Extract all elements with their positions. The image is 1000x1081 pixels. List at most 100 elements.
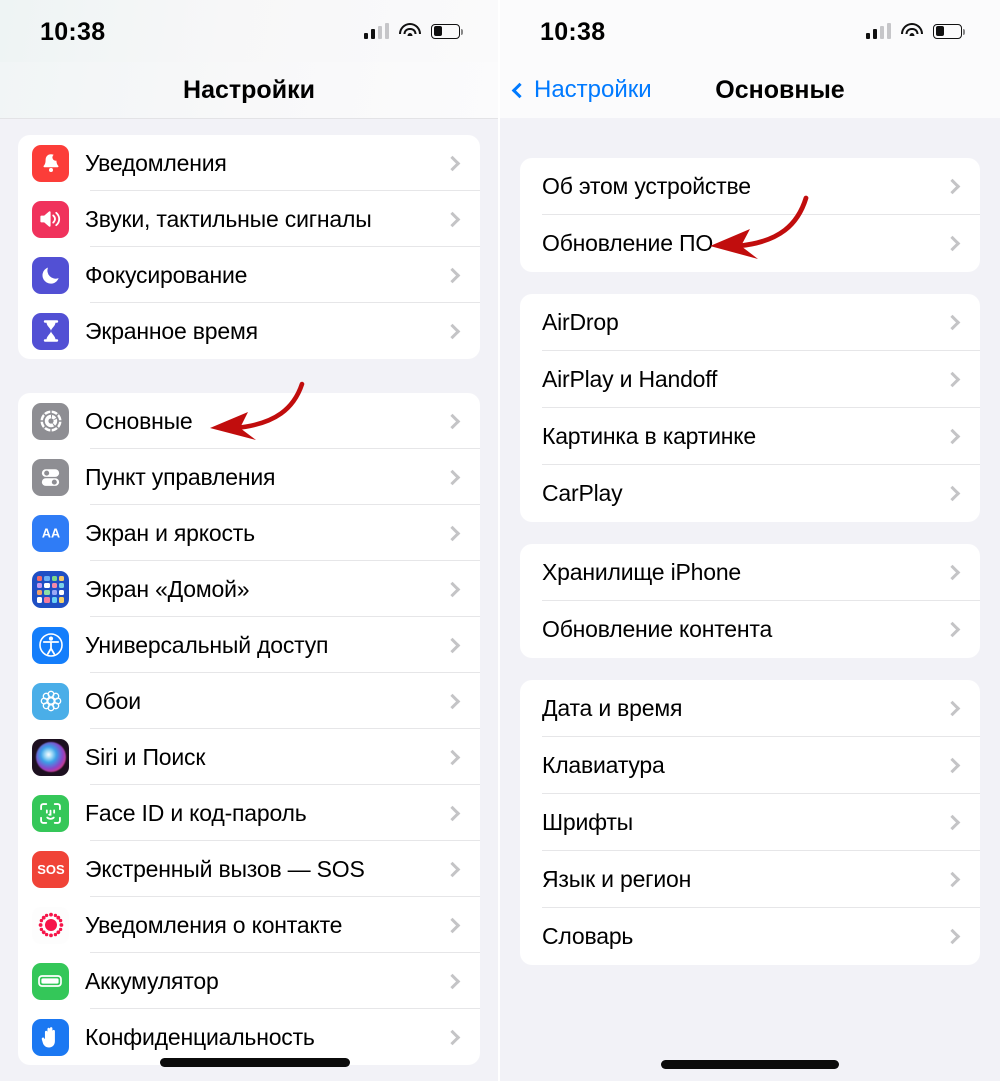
settings-row-control-center[interactable]: Пункт управления [18, 449, 480, 505]
settings-row-carplay[interactable]: CarPlay [520, 465, 980, 522]
settings-row-label: Об этом устройстве [542, 173, 751, 199]
chevron-right-icon [944, 757, 961, 774]
settings-row-face-id[interactable]: Face ID и код-пароль [18, 785, 480, 841]
wallpaper-icon [32, 682, 69, 720]
settings-group-1: Уведомления Звуки, тактильные сигналы Фо… [18, 135, 480, 359]
chevron-right-icon [444, 525, 461, 541]
settings-row-label: Face ID и код-пароль [85, 799, 307, 826]
settings-row-software-update[interactable]: Обновление ПО [520, 215, 980, 272]
settings-row-label: Экстренный вызов — SOS [85, 855, 365, 882]
settings-row-focus[interactable]: Фокусирование [18, 247, 480, 303]
chevron-right-icon [444, 469, 461, 485]
settings-row-label: Универсальный доступ [85, 631, 329, 658]
nav-bar-right: Настройки Основные [500, 62, 1000, 118]
chevron-right-icon [444, 323, 461, 339]
settings-row-label: Основные [85, 407, 193, 434]
settings-row-background-refresh[interactable]: Обновление контента [520, 601, 980, 658]
sos-icon: SOS [32, 850, 69, 888]
settings-row-about[interactable]: Об этом устройстве [520, 158, 980, 215]
settings-list-right: Об этом устройстве Обновление ПО AirDrop [500, 158, 1000, 965]
settings-row-notifications[interactable]: Уведомления [18, 135, 480, 191]
control-center-icon [32, 458, 69, 496]
settings-row-label: Пункт управления [85, 463, 276, 490]
settings-row-label: Siri и Поиск [85, 743, 206, 770]
settings-row-accessibility[interactable]: Универсальный доступ [18, 617, 480, 673]
settings-row-screen-time[interactable]: Экранное время [18, 303, 480, 359]
nav-bar-left: Настройки [0, 62, 498, 118]
settings-row-label: Экран «Домой» [85, 575, 250, 602]
cellular-signal-icon [363, 23, 389, 39]
chevron-right-icon [444, 749, 461, 765]
settings-group-2: AirDrop AirPlay и Handoff Картинка в кар… [520, 294, 980, 522]
settings-row-home-screen[interactable]: Экран «Домой» [18, 561, 480, 617]
settings-group-1: Об этом устройстве Обновление ПО [520, 158, 980, 272]
chevron-right-icon [444, 637, 461, 653]
chevron-right-icon [444, 581, 461, 597]
settings-row-airdrop[interactable]: AirDrop [520, 294, 980, 351]
display-brightness-icon: AA [32, 514, 69, 552]
wifi-icon [399, 23, 421, 39]
status-bar-right: 10:38 [500, 0, 1000, 62]
status-time: 10:38 [540, 17, 606, 46]
settings-row-general[interactable]: Основные [18, 393, 480, 449]
settings-row-dictionary[interactable]: Словарь [520, 908, 980, 965]
chevron-right-icon [444, 693, 461, 709]
settings-row-label: Фокусирование [85, 261, 248, 288]
chevron-right-icon [944, 928, 961, 945]
settings-row-battery[interactable]: Аккумулятор [18, 953, 480, 1009]
chevron-left-icon [511, 82, 528, 98]
settings-row-label: AirDrop [542, 309, 619, 335]
settings-row-label: Словарь [542, 923, 634, 949]
settings-row-language-region[interactable]: Язык и регион [520, 851, 980, 908]
chevron-right-icon [944, 814, 961, 831]
back-button[interactable]: Настройки [500, 76, 652, 104]
chevron-right-icon [944, 700, 961, 717]
settings-row-display[interactable]: AA Экран и яркость [18, 505, 480, 561]
chevron-right-icon [444, 211, 461, 227]
home-screen-icon [32, 570, 69, 608]
chevron-right-icon [444, 805, 461, 821]
settings-row-fonts[interactable]: Шрифты [520, 794, 980, 851]
settings-row-picture-in-picture[interactable]: Картинка в картинке [520, 408, 980, 465]
settings-row-sounds[interactable]: Звуки, тактильные сигналы [18, 191, 480, 247]
svg-text:AA: AA [41, 527, 59, 541]
settings-row-contact-alerts[interactable]: Уведомления о контакте [18, 897, 480, 953]
settings-row-sos[interactable]: SOS Экстренный вызов — SOS [18, 841, 480, 897]
chevron-right-icon [444, 917, 461, 933]
battery-icon [32, 962, 69, 1000]
status-indicators [363, 23, 464, 39]
home-indicator [160, 1058, 350, 1067]
settings-row-airplay-handoff[interactable]: AirPlay и Handoff [520, 351, 980, 408]
svg-text:SOS: SOS [37, 862, 65, 877]
settings-row-label: Экранное время [85, 317, 258, 344]
face-id-icon [32, 794, 69, 832]
screen-time-icon [32, 312, 69, 350]
settings-row-keyboard[interactable]: Клавиатура [520, 737, 980, 794]
home-indicator [661, 1060, 839, 1069]
battery-icon [933, 23, 966, 39]
chevron-right-icon [944, 621, 961, 638]
general-gear-icon [32, 402, 69, 440]
battery-icon [431, 23, 464, 39]
settings-row-siri[interactable]: Siri и Поиск [18, 729, 480, 785]
chevron-right-icon [444, 973, 461, 989]
settings-row-label: Картинка в картинке [542, 423, 756, 449]
settings-row-label: Клавиатура [542, 752, 665, 778]
settings-row-privacy[interactable]: Конфиденциальность [18, 1009, 480, 1065]
settings-row-label: Обновление контента [542, 616, 773, 642]
settings-row-label: Уведомления о контакте [85, 911, 343, 938]
chevron-right-icon [944, 485, 961, 502]
settings-row-label: Хранилище iPhone [542, 559, 742, 585]
settings-row-label: Аккумулятор [85, 967, 219, 994]
settings-row-label: Дата и время [542, 695, 683, 721]
sounds-icon [32, 200, 69, 238]
settings-row-label: Конфиденциальность [85, 1023, 315, 1050]
settings-row-date-time[interactable]: Дата и время [520, 680, 980, 737]
back-button-label: Настройки [534, 76, 652, 103]
siri-icon [32, 738, 69, 776]
settings-row-iphone-storage[interactable]: Хранилище iPhone [520, 544, 980, 601]
settings-row-wallpaper[interactable]: Обои [18, 673, 480, 729]
settings-group-4: Дата и время Клавиатура Шрифты Язык и ре… [520, 680, 980, 965]
chevron-right-icon [944, 314, 961, 331]
settings-group-2: Основные Пункт управления AA Экран и ярк… [18, 393, 480, 1065]
